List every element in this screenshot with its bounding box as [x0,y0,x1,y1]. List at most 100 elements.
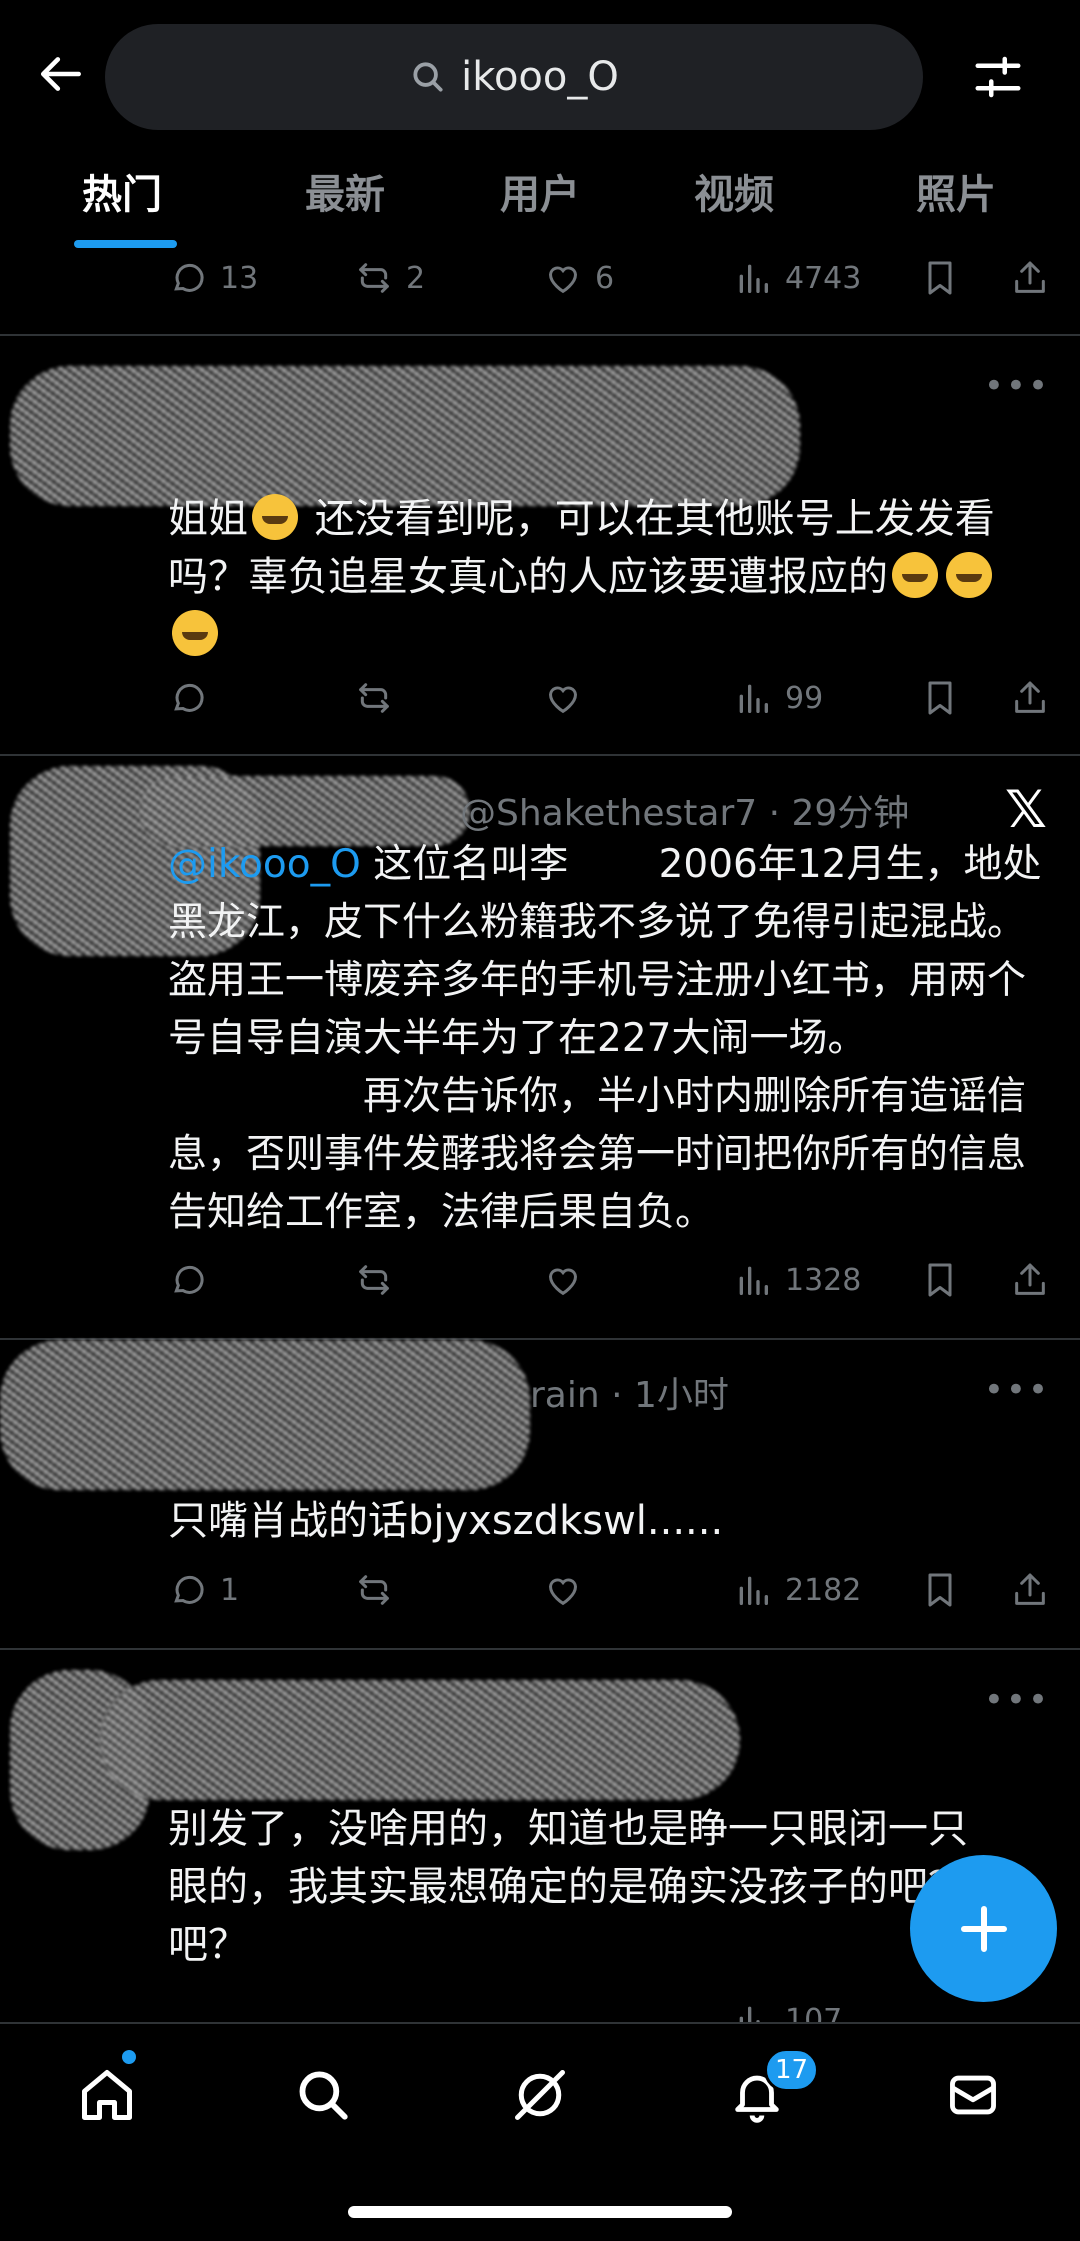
bookmark-button[interactable] [920,668,960,728]
share-icon [1015,1573,1045,1605]
nav-messages[interactable] [938,2060,1008,2130]
bookmark-button[interactable] [920,1560,960,1620]
repost-button[interactable] [354,668,394,728]
mail-icon [950,2075,996,2115]
bookmark-button[interactable] [920,248,960,308]
redacted-author [0,1340,530,1490]
top-bar: ikooo_O 热门 最新 用户 视频 照片 [0,0,1080,250]
views-count: 4743 [785,260,862,296]
reply-count: 13 [220,260,259,296]
views-button[interactable]: 99 [733,668,823,728]
filter-sliders-icon [975,56,1021,98]
share-icon [1015,1263,1045,1295]
repost-icon [359,683,389,713]
reply-button[interactable]: 1 [168,1560,239,1620]
tab-people[interactable]: 用户 [500,162,580,220]
views-count: 99 [785,680,824,716]
bookmark-icon [928,1263,952,1297]
views-button[interactable]: 2182 [733,1560,861,1620]
views-count: 2182 [785,1572,862,1608]
share-button[interactable] [1010,248,1050,308]
tab-photos[interactable]: 照片 [916,162,996,220]
post-actions: 1328 [168,1250,1048,1310]
post-meta: rain · 1小时 [530,1375,729,1416]
views-icon [739,2006,760,2022]
bookmark-icon [928,261,952,295]
search-tabs: 热门 最新 用户 视频 照片 [0,150,1080,250]
post-text: 别发了，没啥用的，知道也是睁一只眼闭一只眼的，我其实最想确定的是确实没孩子的吧？… [168,1806,968,1968]
repost-button[interactable] [354,1250,394,1310]
like-count: 6 [595,260,615,296]
nav-home[interactable] [72,2060,142,2130]
active-tab-indicator [74,240,177,248]
views-count: 107 [785,2002,843,2023]
tab-videos[interactable]: 视频 [694,162,774,220]
crying-face-emoji [172,610,218,656]
share-button[interactable] [1010,1560,1050,1620]
search-icon [413,62,443,92]
views-button[interactable]: 107 [733,1990,842,2022]
more-icon[interactable]: ••• [984,366,1050,406]
repost-button[interactable]: 2 [354,248,425,308]
views-icon [739,684,768,713]
back-button[interactable] [32,44,92,104]
post-actions: 99 [168,668,1048,728]
views-icon [739,1576,768,1605]
x-logo-icon: 𝕏 [1005,780,1047,840]
post-text: 姐姐 还没看到呢，可以在其他账号上发发看吗？辜负追星女真心的人应该要遭报应的 [168,490,1048,664]
mention-link[interactable]: @ikooo_O [168,842,361,887]
like-icon [548,686,578,714]
more-icon[interactable]: ••• [984,1370,1050,1410]
search-filter-button[interactable] [965,44,1031,110]
reply-button[interactable] [168,1250,208,1310]
share-button[interactable] [1010,1250,1050,1310]
share-button[interactable] [1010,668,1050,728]
like-button[interactable] [543,1250,583,1310]
share-icon [1015,261,1045,293]
like-icon [548,1268,578,1296]
post-actions: 1 2182 [168,1560,1048,1620]
like-button[interactable] [543,668,583,728]
views-count: 1328 [785,1262,862,1298]
post-actions: 107 [168,1990,1048,2022]
like-icon [548,266,578,294]
views-button[interactable]: 4743 [733,248,861,308]
views-icon [739,1266,768,1295]
home-unread-dot [122,2050,136,2064]
search-bar[interactable]: ikooo_O [105,24,923,130]
reply-icon [174,683,204,712]
reply-button[interactable]: 13 [168,248,258,308]
compose-button[interactable] [910,1855,1057,2002]
nav-grok[interactable] [505,2060,575,2130]
reply-icon [174,1575,204,1604]
share-icon [1015,681,1045,713]
pleading-face-emoji [252,494,298,540]
tab-latest[interactable]: 最新 [305,162,385,220]
like-button[interactable]: 6 [543,248,614,308]
bookmark-button[interactable] [920,1250,960,1310]
post-actions: 13 2 6 4743 [168,248,1048,308]
like-icon [548,1578,578,1606]
post-text: @ikooo_O 这位名叫李 2006年12月生，地处黑龙江，皮下什么粉籍我不多… [168,842,1042,1235]
more-icon[interactable]: ••• [984,1680,1050,1720]
nav-explore[interactable] [288,2060,358,2130]
like-button[interactable] [543,1560,583,1620]
home-indicator [348,2206,732,2218]
repost-icon [359,1265,389,1295]
repost-button[interactable] [354,1560,394,1620]
home-icon [82,2070,132,2120]
reply-button[interactable] [168,668,208,728]
reply-icon [174,1265,204,1294]
search-query: ikooo_O [461,54,619,100]
reply-count: 1 [220,1572,240,1608]
redacted-author [10,366,800,506]
reply-icon [174,263,204,292]
tab-top[interactable]: 热门 [82,162,162,220]
views-icon [739,264,768,293]
post-text: 只嘴肖战的话bjyxszdkswl...... [168,1498,724,1544]
crying-face-emoji [892,552,938,598]
bookmark-icon [928,1573,952,1607]
repost-icon [359,263,389,293]
back-arrow-icon [40,57,81,91]
views-button[interactable]: 1328 [733,1250,861,1310]
